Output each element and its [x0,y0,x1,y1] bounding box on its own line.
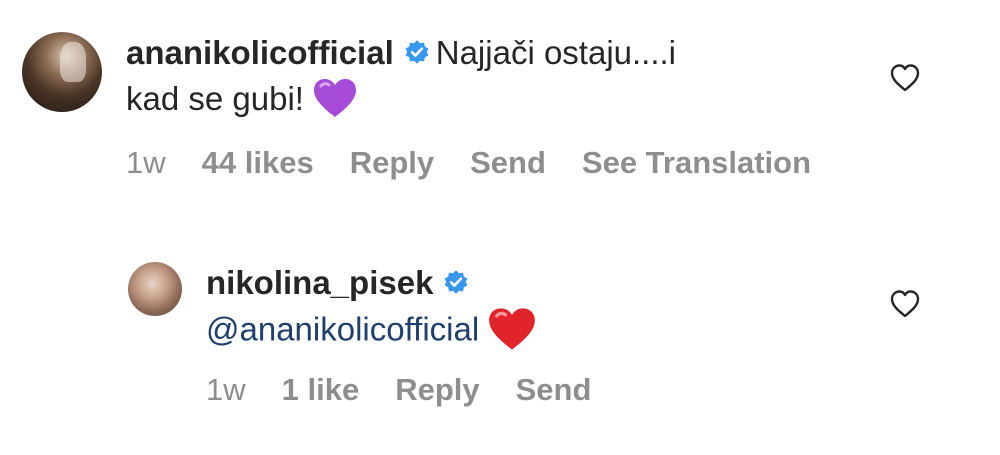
mention-link[interactable]: @ananikolicofficial [206,311,479,348]
comment-username[interactable]: ananikolicofficial [126,34,394,71]
send-button[interactable]: Send [470,145,546,180]
verified-badge-icon [405,40,429,64]
reply-button[interactable]: Reply [395,372,479,407]
likes-count[interactable]: 1 like [282,372,360,407]
avatar[interactable] [128,262,182,316]
see-translation-button[interactable]: See Translation [582,145,811,180]
comment-body: ananikolicofficial Najjači ostaju....i k… [126,30,846,125]
comment-meta: 1w 44 likes Reply Send See Translation [126,145,847,181]
comment-meta: 1w 1 like Reply Send [206,372,627,408]
comment-username[interactable]: nikolina_pisek [206,264,433,301]
comment-body: nikolina_pisek @ananikolicofficial [206,260,806,358]
verified-badge-icon [444,270,468,294]
comment-timestamp: 1w [126,145,166,180]
comment-text: kad se gubi! [126,80,304,117]
like-heart-icon[interactable] [889,288,921,320]
comment-text: Najjači ostaju....i [435,34,677,71]
avatar[interactable] [22,32,102,112]
likes-count[interactable]: 44 likes [202,145,314,180]
red-heart-icon [489,308,536,350]
comment-timestamp: 1w [206,372,246,407]
like-heart-icon[interactable] [889,62,921,94]
send-button[interactable]: Send [516,372,592,407]
reply-button[interactable]: Reply [350,145,434,180]
purple-heart-icon [313,79,356,118]
